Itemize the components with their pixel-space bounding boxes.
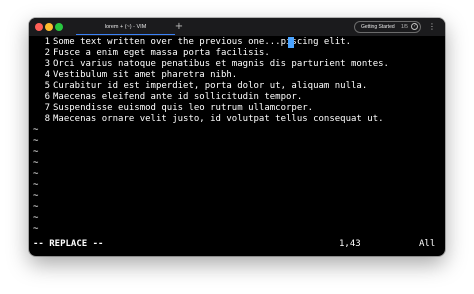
line-number: 3 (44, 59, 50, 69)
line-text: Some text written over the previous one.… (53, 37, 352, 47)
more-options-icon[interactable]: ⋮ (426, 18, 438, 36)
editor-line: 5 Curabitur id est imperdiet, porta dolor… (33, 81, 368, 92)
line-number: 2 (44, 48, 50, 58)
cursor-position: 1,43 (339, 239, 361, 249)
getting-started-label: Getting Started (361, 24, 395, 30)
line-text: Orci varius natoque penatibus et magnis … (53, 59, 389, 69)
line-number: 1 (44, 37, 50, 47)
getting-started-button[interactable]: Getting Started 1/5 ? (354, 21, 421, 33)
empty-line-marker: ~ (33, 158, 39, 168)
maximize-window-button[interactable] (55, 23, 63, 31)
line-text: Fusce a enim eget massa porta facilisis. (53, 48, 270, 58)
minimize-window-button[interactable] (45, 23, 53, 31)
empty-line-marker: ~ (33, 147, 39, 157)
title-bar: lorem + (~) - VIM + Getting Started 1/5 … (29, 18, 445, 36)
line-text: Curabitur id est imperdiet, porta dolor … (53, 81, 368, 91)
empty-line-marker: ~ (33, 169, 39, 179)
line-number: 7 (44, 103, 50, 113)
line-text: Suspendisse euismod quis leo rutrum ulla… (53, 103, 314, 113)
mode-indicator: -- REPLACE -- (33, 239, 104, 249)
line-number: 6 (44, 92, 50, 102)
empty-line-marker: ~ (33, 191, 39, 201)
tab-vim[interactable]: lorem + (~) - VIM (76, 18, 175, 36)
editor-line: 7 Suspendisse euismod quis leo rutrum ull… (33, 103, 314, 114)
line-text: Maecenas eleifend ante id sollicitudin t… (53, 92, 303, 102)
line-number: 8 (44, 114, 50, 124)
help-icon: ? (411, 23, 418, 30)
empty-line-marker: ~ (33, 136, 39, 146)
getting-started-progress: 1/5 (401, 24, 408, 30)
editor-line: 6 Maecenas eleifend ante id sollicitudin … (33, 92, 303, 103)
editor-line: 1 Some text written over the previous one… (33, 37, 351, 48)
close-window-button[interactable] (35, 23, 43, 31)
new-tab-button[interactable]: + (173, 18, 185, 36)
empty-line-marker: ~ (33, 125, 39, 135)
active-tab-indicator (76, 34, 175, 35)
line-number: 5 (44, 81, 50, 91)
text-cursor (288, 37, 294, 48)
empty-line-marker: ~ (33, 224, 39, 234)
editor-line: 3 Orci varius natoque penatibus et magnis… (33, 59, 389, 70)
empty-line-marker: ~ (33, 202, 39, 212)
vim-status-line: -- REPLACE -- 1,43 All (33, 238, 441, 250)
editor-line: 4 Vestibulum sit amet pharetra nibh. (33, 70, 238, 81)
line-text: Vestibulum sit amet pharetra nibh. (53, 70, 238, 80)
line-number: 4 (44, 70, 50, 80)
editor-line: 2 Fusce a enim eget massa porta facilisis… (33, 48, 270, 59)
empty-line-marker: ~ (33, 213, 39, 223)
empty-line-marker: ~ (33, 180, 39, 190)
line-text: Maecenas ornare velit justo, id volutpat… (53, 114, 384, 124)
scroll-indicator: All (419, 239, 436, 249)
editor-line: 8 Maecenas ornare velit justo, id volutpa… (33, 114, 384, 125)
terminal-window: lorem + (~) - VIM + Getting Started 1/5 … (29, 18, 445, 256)
vim-editor[interactable]: 1 Some text written over the previous one… (33, 37, 441, 242)
tab-title: lorem + (~) - VIM (104, 24, 147, 30)
